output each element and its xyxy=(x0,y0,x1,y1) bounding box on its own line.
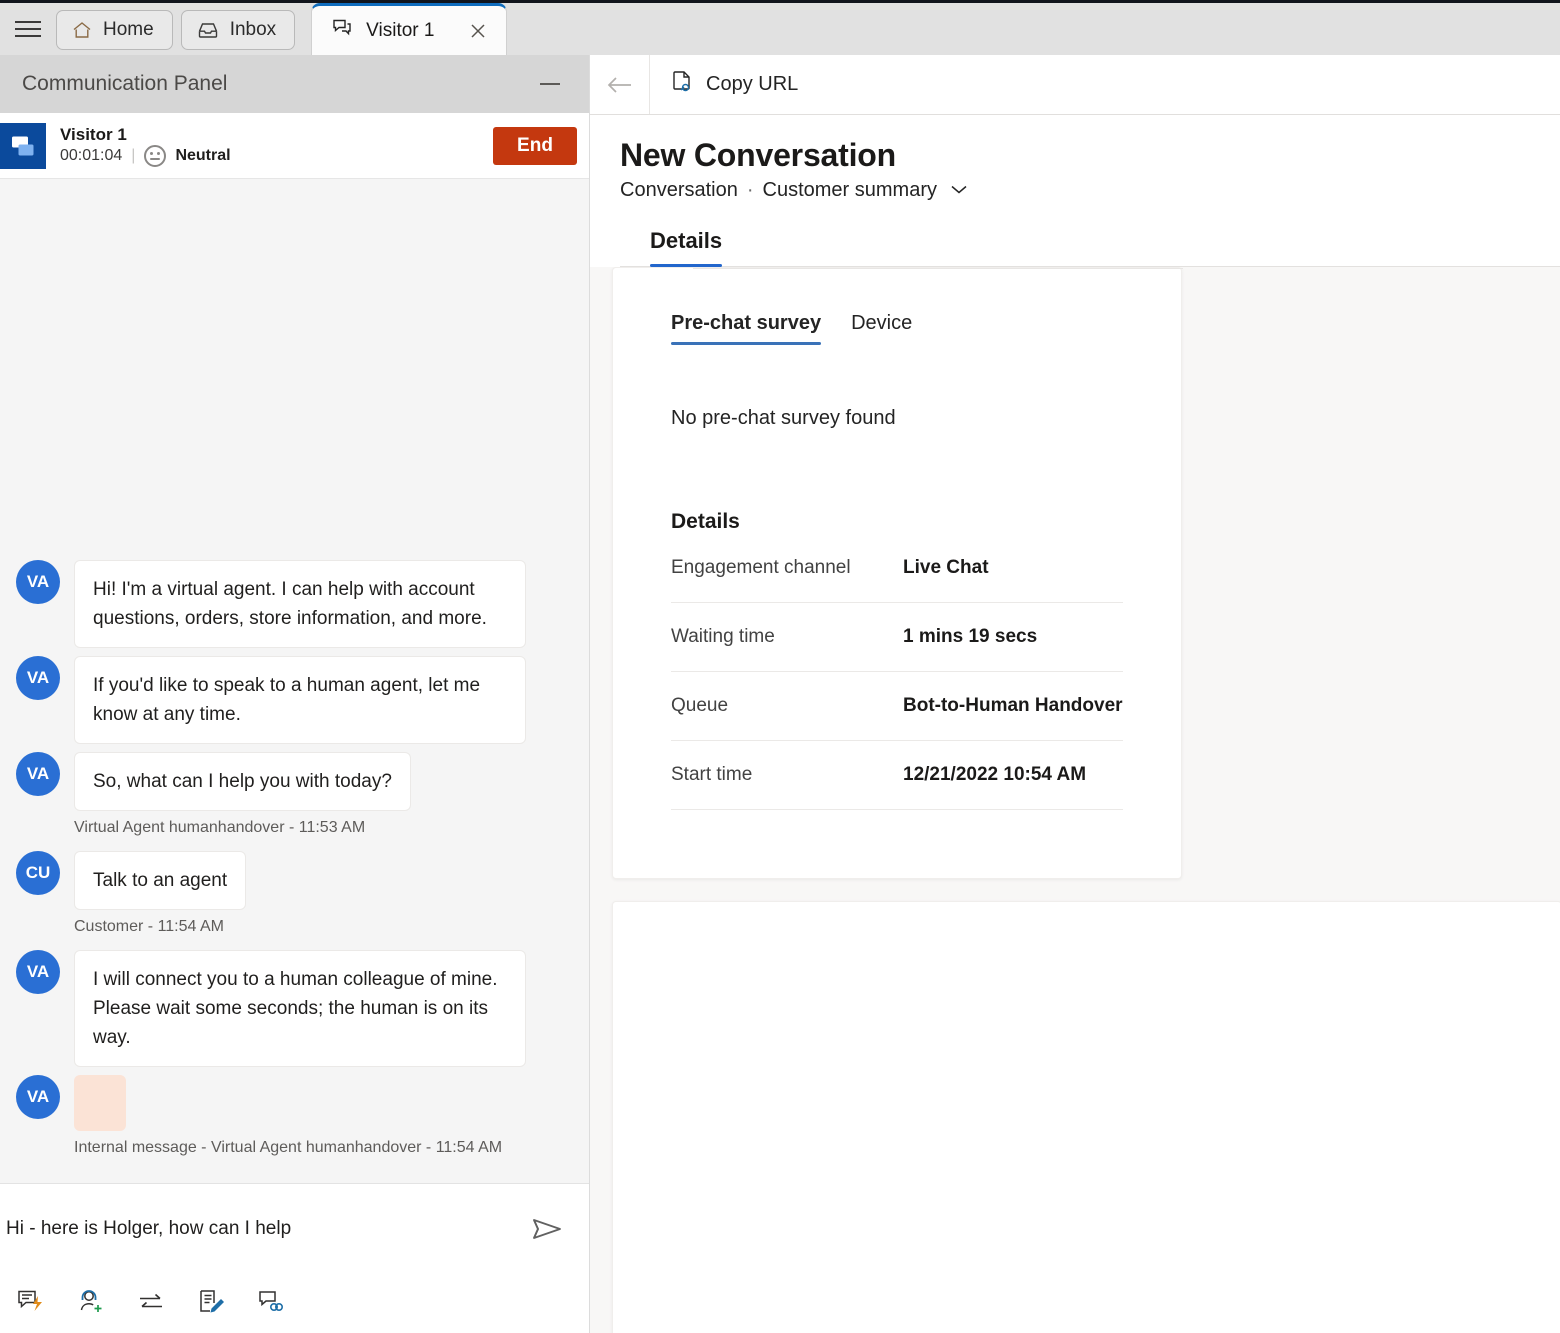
detail-row: Waiting time 1 mins 19 secs xyxy=(671,603,1123,672)
message-item-internal: VA xyxy=(16,1075,573,1131)
chevron-down-icon[interactable] xyxy=(948,179,970,202)
hamburger-icon[interactable] xyxy=(0,3,56,55)
message-item: VA Hi! I'm a virtual agent. I can help w… xyxy=(16,560,573,648)
detail-key: Waiting time xyxy=(671,626,775,647)
inbox-icon xyxy=(196,19,220,41)
visitor-chat-icon xyxy=(0,122,46,169)
sentiment-label: Neutral xyxy=(175,147,231,164)
detail-row: Start time 12/21/2022 10:54 AM xyxy=(671,741,1123,810)
detail-value: 1 mins 19 secs xyxy=(903,626,1038,647)
message-input[interactable] xyxy=(6,1218,521,1240)
back-arrow-icon[interactable] xyxy=(590,55,650,114)
close-icon[interactable] xyxy=(464,17,492,45)
survey-tabs: Pre-chat survey Device xyxy=(671,268,1123,345)
app-root: Home Inbox Visitor 1 Communication Panel… xyxy=(0,0,1560,1333)
detail-tabs: Details xyxy=(620,228,1560,267)
detail-key: Start time xyxy=(671,764,753,785)
message-bubble: So, what can I help you with today? xyxy=(74,752,411,811)
note-icon[interactable] xyxy=(194,1285,228,1319)
send-icon[interactable] xyxy=(521,1206,573,1252)
visitor-status-row: 00:01:04 | Neutral xyxy=(60,145,493,167)
secondary-empty-card xyxy=(612,901,1560,1333)
detail-key: Queue xyxy=(671,695,729,716)
transfer-icon[interactable] xyxy=(134,1285,168,1319)
message-bubble: Hi! I'm a virtual agent. I can help with… xyxy=(74,560,526,648)
neutral-face-icon xyxy=(144,145,167,167)
avatar: VA xyxy=(16,1075,60,1119)
message-item: VA I will connect you to a human colleag… xyxy=(16,950,573,1067)
visitor-separator: | xyxy=(131,147,136,164)
visitor-bar: Visitor 1 00:01:04 | Neutral End xyxy=(0,113,589,179)
message-list: VA Hi! I'm a virtual agent. I can help w… xyxy=(0,560,589,1171)
communication-panel: Communication Panel Visitor 1 00:01:04 | xyxy=(0,55,590,1333)
detail-row: Engagement channel Live Chat xyxy=(671,534,1123,603)
avatar: VA xyxy=(16,560,60,604)
message-item: VA So, what can I help you with today? xyxy=(16,752,573,811)
minimize-icon[interactable] xyxy=(535,69,565,99)
communication-panel-title: Communication Panel xyxy=(22,72,228,95)
survey-empty-message: No pre-chat survey found xyxy=(671,407,896,429)
detail-row: Queue Bot-to-Human Handover xyxy=(671,672,1123,741)
message-meta: Virtual Agent humanhandover - 11:53 AM xyxy=(74,819,366,836)
message-item: CU Talk to an agent xyxy=(16,851,573,910)
conversation-detail-panel: Copy URL New Conversation Conversation ·… xyxy=(590,55,1560,1333)
page-title: New Conversation xyxy=(620,137,896,173)
breadcrumb-view[interactable]: Customer summary xyxy=(763,179,937,202)
tab-details[interactable]: Details xyxy=(650,228,723,267)
nav-button-inbox-label: Inbox xyxy=(229,19,277,40)
internal-message-bubble xyxy=(74,1075,126,1131)
home-icon xyxy=(71,19,93,41)
message-item: VA If you'd like to speak to a human age… xyxy=(16,656,573,744)
nav-button-inbox[interactable]: Inbox xyxy=(180,10,296,50)
avatar: VA xyxy=(16,656,60,700)
link-chat-icon[interactable] xyxy=(254,1285,288,1319)
detail-value: Live Chat xyxy=(903,557,989,578)
visitor-meta: Visitor 1 00:01:04 | Neutral xyxy=(60,124,493,167)
quick-reply-icon[interactable] xyxy=(14,1285,48,1319)
card-hairline xyxy=(693,268,1183,269)
message-composer xyxy=(0,1183,589,1333)
copy-url-button[interactable]: Copy URL xyxy=(650,55,818,114)
nav-button-home[interactable]: Home xyxy=(56,10,173,50)
avatar: VA xyxy=(16,950,60,994)
tab-strip: Home Inbox Visitor 1 xyxy=(0,0,1560,55)
details-section-heading: Details xyxy=(671,510,740,533)
message-bubble: I will connect you to a human colleague … xyxy=(74,950,526,1067)
visitor-duration: 00:01:04 xyxy=(60,147,123,164)
visitor-name: Visitor 1 xyxy=(60,125,127,144)
nav-button-home-label: Home xyxy=(103,19,154,40)
message-bubble: Talk to an agent xyxy=(74,851,247,910)
message-bubble: If you'd like to speak to a human agent,… xyxy=(74,656,526,744)
detail-value: Bot-to-Human Handover xyxy=(903,695,1123,716)
chat-icon xyxy=(330,17,354,45)
end-button[interactable]: End xyxy=(493,126,577,165)
tab-device[interactable]: Device xyxy=(851,312,912,345)
avatar: VA xyxy=(16,752,60,796)
content-area: Pre-chat survey Device No pre-chat surve… xyxy=(590,267,1560,1333)
communication-panel-header: Communication Panel xyxy=(0,55,589,113)
copy-url-label: Copy URL xyxy=(706,73,799,95)
chat-transcript: VA Hi! I'm a virtual agent. I can help w… xyxy=(0,179,589,1183)
breadcrumb-separator: · xyxy=(746,179,754,201)
message-meta: Customer - 11:54 AM xyxy=(74,918,224,935)
composer-input-row xyxy=(0,1184,589,1274)
details-card: Pre-chat survey Device No pre-chat surve… xyxy=(612,267,1183,879)
composer-toolbar xyxy=(0,1274,589,1330)
avatar: CU xyxy=(16,851,60,895)
breadcrumb-entity[interactable]: Conversation xyxy=(620,179,738,202)
tab-visitor-1[interactable]: Visitor 1 xyxy=(311,3,508,55)
tab-visitor-1-label: Visitor 1 xyxy=(366,19,435,41)
detail-key: Engagement channel xyxy=(671,557,851,578)
page-header: New Conversation Conversation · Customer… xyxy=(590,115,1560,267)
command-bar: Copy URL xyxy=(590,55,1560,115)
copy-url-icon xyxy=(670,69,694,101)
tab-pre-chat-survey[interactable]: Pre-chat survey xyxy=(671,312,822,345)
detail-value: 12/21/2022 10:54 AM xyxy=(903,764,1087,785)
breadcrumb: Conversation · Customer summary xyxy=(620,179,1560,202)
message-meta: Internal message - Virtual Agent humanha… xyxy=(74,1139,503,1156)
add-agent-icon[interactable] xyxy=(74,1285,108,1319)
